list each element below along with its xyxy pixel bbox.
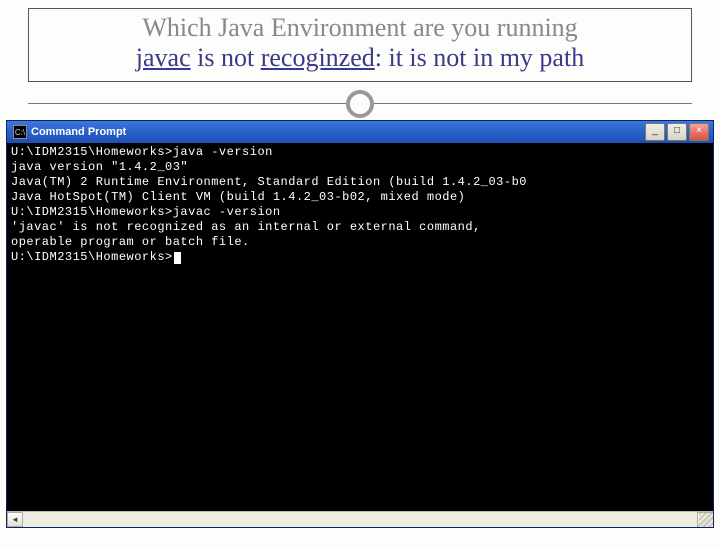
subtitle-text-2: : it is not in my path <box>375 43 584 72</box>
subtitle-text-1: is not <box>191 43 261 72</box>
decor-circle <box>346 90 374 118</box>
terminal-line: Java HotSpot(TM) Client VM (build 1.4.2_… <box>11 190 709 205</box>
window-title: Command Prompt <box>31 126 645 138</box>
resize-grip[interactable] <box>699 513 713 527</box>
subtitle-word-javac: javac <box>136 43 191 72</box>
maximize-button[interactable]: □ <box>667 123 687 141</box>
terminal-line: Java(TM) 2 Runtime Environment, Standard… <box>11 175 709 190</box>
scroll-track[interactable] <box>23 512 697 527</box>
terminal-line: U:\IDM2315\Homeworks>java -version <box>11 145 709 160</box>
slide-title: Which Java Environment are you running <box>41 13 679 43</box>
cursor <box>174 252 181 264</box>
terminal-line: operable program or batch file. <box>11 235 709 250</box>
window-titlebar[interactable]: C:\ Command Prompt _ □ × <box>7 121 713 143</box>
command-prompt-window: C:\ Command Prompt _ □ × U:\IDM2315\Home… <box>6 120 714 528</box>
scroll-left-button[interactable]: ◄ <box>7 512 23 527</box>
terminal-line: java version "1.4.2_03" <box>11 160 709 175</box>
slide-header: Which Java Environment are you running j… <box>28 8 692 82</box>
slide-subtitle: javac is not recoginzed: it is not in my… <box>41 43 679 73</box>
subtitle-word-recognized: recoginzed <box>261 43 375 72</box>
terminal-line: 'javac' is not recognized as an internal… <box>11 220 709 235</box>
cmd-icon: C:\ <box>13 125 27 139</box>
close-button[interactable]: × <box>689 123 709 141</box>
window-buttons: _ □ × <box>645 123 709 141</box>
minimize-button[interactable]: _ <box>645 123 665 141</box>
horizontal-scrollbar[interactable]: ◄ ► <box>7 511 713 527</box>
terminal-prompt-line: U:\IDM2315\Homeworks> <box>11 250 709 265</box>
terminal-output[interactable]: U:\IDM2315\Homeworks>java -versionjava v… <box>7 143 713 511</box>
terminal-line: U:\IDM2315\Homeworks>javac -version <box>11 205 709 220</box>
prompt-text: U:\IDM2315\Homeworks> <box>11 250 173 264</box>
